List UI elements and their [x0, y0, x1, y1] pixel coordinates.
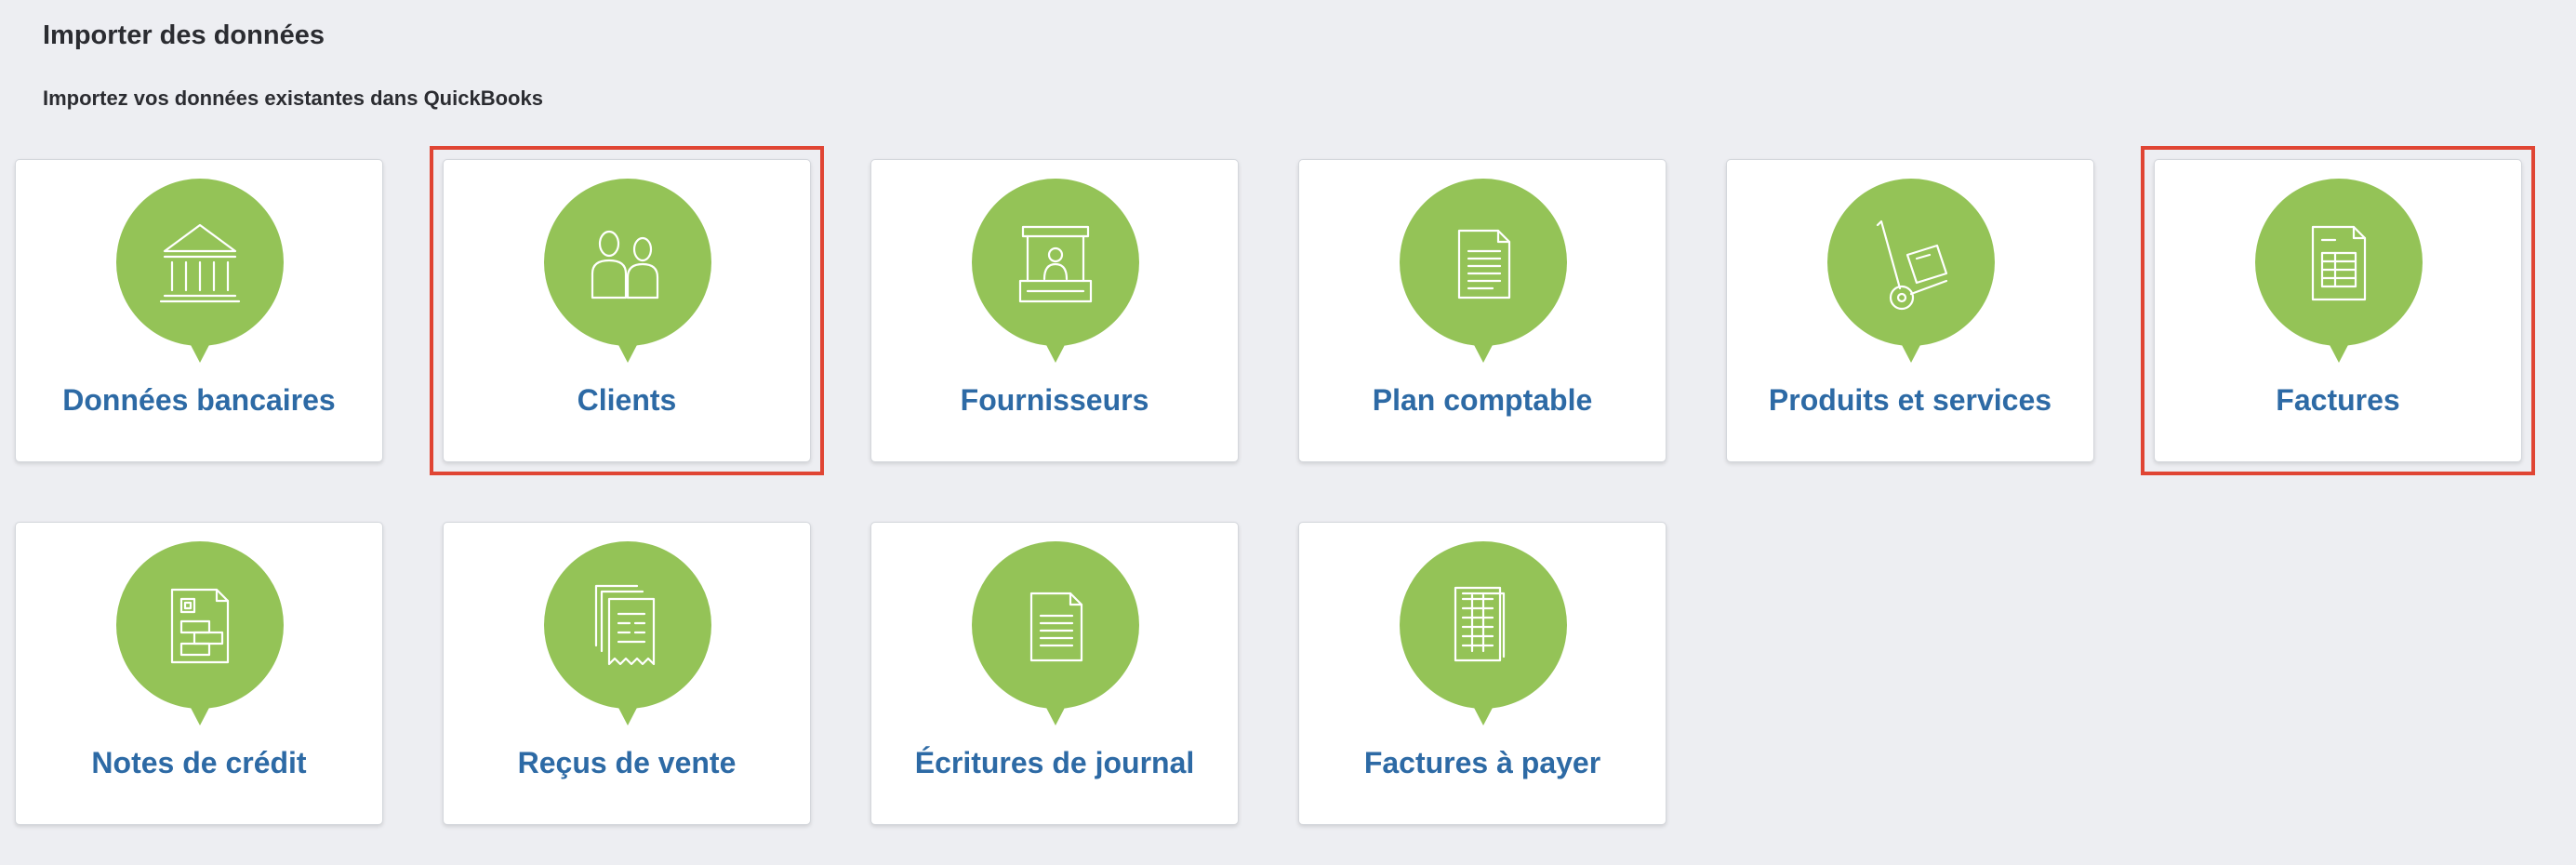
- tile-bills[interactable]: Factures à payer: [1298, 522, 1666, 825]
- tile-bank-data[interactable]: Données bancaires: [15, 159, 383, 462]
- tile-label: Écritures de journal: [914, 746, 1195, 779]
- tile-label: Données bancaires: [62, 383, 336, 417]
- invoice-icon: [2255, 179, 2423, 365]
- tile-chart-of-accounts[interactable]: Plan comptable: [1298, 159, 1666, 462]
- customers-icon: [544, 179, 711, 365]
- vendor-stand-icon: [972, 179, 1139, 365]
- tile-label: Factures à payer: [1363, 746, 1601, 779]
- page-title: Importer des données: [43, 20, 325, 50]
- tile-journal-entries[interactable]: Écritures de journal: [870, 522, 1239, 825]
- tile-label: Produits et services: [1768, 383, 2052, 417]
- bank-icon: [116, 179, 284, 365]
- tile-vendors[interactable]: Fournisseurs: [870, 159, 1239, 462]
- journal-icon: [972, 541, 1139, 727]
- hand-truck-icon: [1827, 179, 1995, 365]
- tile-label: Fournisseurs: [960, 383, 1149, 417]
- bills-icon: [1400, 541, 1567, 727]
- credit-note-icon: [116, 541, 284, 727]
- tile-label: Plan comptable: [1372, 383, 1593, 417]
- tile-label: Factures: [2276, 383, 2400, 417]
- tile-sales-receipts[interactable]: Reçus de vente: [443, 522, 811, 825]
- page-subtitle: Importez vos données existantes dans Qui…: [43, 86, 543, 110]
- tile-credit-notes[interactable]: Notes de crédit: [15, 522, 383, 825]
- tile-products-services[interactable]: Produits et services: [1726, 159, 2094, 462]
- tile-invoices[interactable]: Factures: [2141, 146, 2535, 475]
- document-icon: [1400, 179, 1567, 365]
- tile-label: Notes de crédit: [91, 746, 307, 779]
- receipts-icon: [544, 541, 711, 727]
- tile-label: Clients: [577, 383, 677, 417]
- tile-customers[interactable]: Clients: [430, 146, 824, 475]
- tile-label: Reçus de vente: [517, 746, 737, 779]
